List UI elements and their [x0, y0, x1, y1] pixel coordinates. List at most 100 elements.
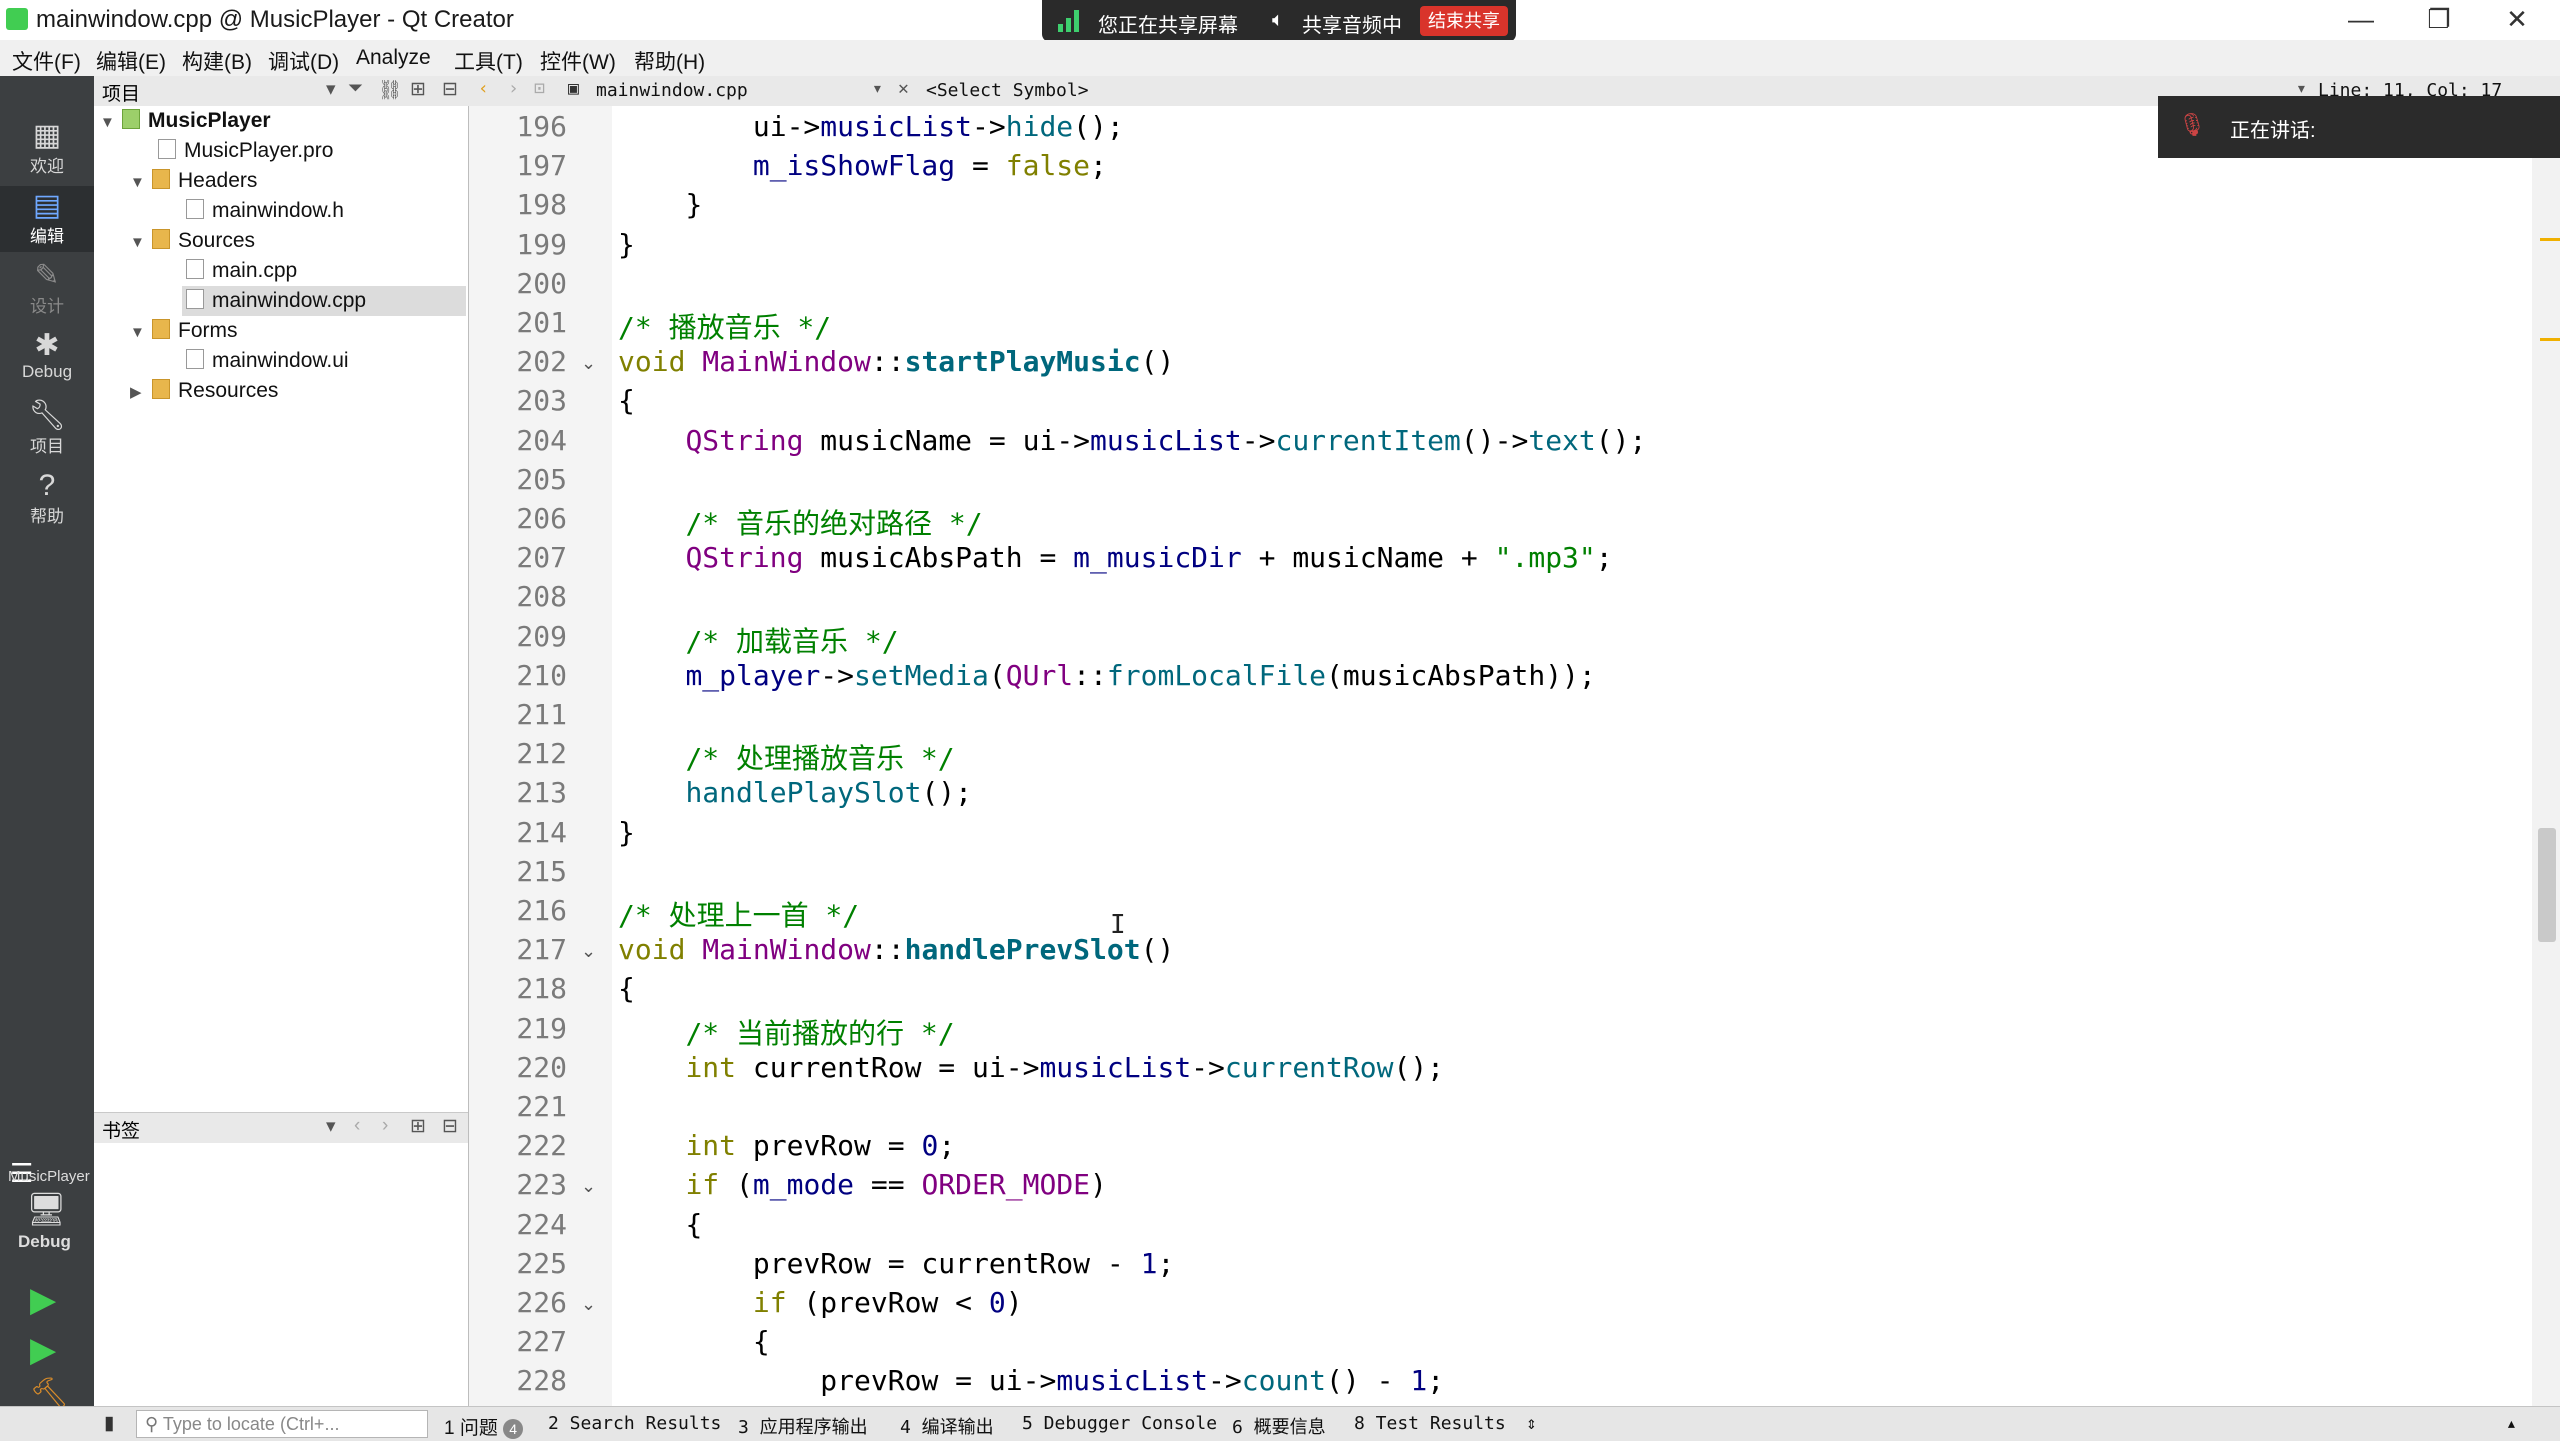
fold-chevron-icon[interactable]: ⌄ — [581, 1294, 596, 1315]
tree-item-resources[interactable]: ▶ Resources — [130, 376, 278, 406]
menu-edit[interactable]: 编辑(E) — [96, 46, 166, 76]
tab-search-results[interactable]: 2 Search Results — [548, 1413, 721, 1434]
restore-button[interactable]: ❐ — [2404, 0, 2474, 40]
chevron-right-icon[interactable]: ▶ — [130, 378, 152, 408]
mode-edit[interactable]: ▤ 编辑 — [0, 186, 94, 252]
fold-chevron-icon[interactable]: ⌄ — [581, 941, 596, 962]
close-pane-icon[interactable]: ⊟ — [442, 78, 458, 101]
tree-item-headers[interactable]: ▼ Headers — [130, 166, 257, 196]
code-line[interactable]: m_player->setMedia(QUrl::fromLocalFile(m… — [618, 659, 1595, 692]
stop-share-button[interactable]: 结束共享 — [1420, 6, 1508, 36]
editor-scrollbar[interactable] — [2532, 106, 2560, 1406]
tree-item-sources[interactable]: ▼ Sources — [130, 226, 255, 256]
code-line[interactable]: m_isShowFlag = false; — [618, 149, 1107, 182]
code-line[interactable]: ui->musicList->hide(); — [618, 110, 1124, 143]
minimize-button[interactable]: — — [2326, 0, 2396, 40]
file-tab[interactable]: mainwindow.cpp — [596, 80, 748, 101]
code-line[interactable]: void MainWindow::handlePrevSlot() — [618, 933, 1174, 966]
chevron-down-icon[interactable]: ▼ — [130, 318, 152, 348]
toggle-sidebar-icon[interactable]: ▮ — [104, 1412, 114, 1435]
tree-item-mainwindow-cpp[interactable]: mainwindow.cpp — [182, 286, 466, 316]
link-icon[interactable]: ⛓ — [378, 78, 402, 102]
menu-debug[interactable]: 调试(D) — [268, 46, 339, 76]
code-line[interactable]: } — [618, 816, 635, 849]
fold-chevron-icon[interactable]: ⌄ — [581, 1176, 596, 1197]
monitor-icon[interactable]: 🖥︎ — [26, 1190, 67, 1228]
code-line[interactable]: } — [618, 228, 635, 261]
expand-up-icon[interactable]: ▴ — [2506, 1413, 2517, 1434]
code-line[interactable]: if (m_mode == ORDER_MODE) — [618, 1168, 1106, 1201]
split-icon[interactable]: ⊞ — [410, 78, 426, 101]
menu-build[interactable]: 构建(B) — [182, 46, 252, 76]
tab-test-results[interactable]: 8 Test Results — [1354, 1413, 1506, 1434]
dropdown-arrow-icon[interactable]: ▾ — [326, 78, 336, 101]
close-pane-icon[interactable]: ⊟ — [442, 1115, 458, 1138]
chevron-down-icon[interactable]: ▼ — [100, 108, 122, 138]
code-line[interactable]: /* 加载音乐 */ — [618, 620, 898, 660]
code-line[interactable]: int currentRow = ui->musicList->currentR… — [618, 1051, 1444, 1084]
code-editor[interactable]: I ui->musicList->hide(); m_isShowFlag = … — [612, 106, 2532, 1406]
mode-design[interactable]: ✎ 设计 — [0, 256, 94, 322]
tab-debugger-console[interactable]: 5 Debugger Console — [1022, 1413, 1217, 1434]
menu-widgets[interactable]: 控件(W) — [540, 46, 616, 76]
code-line[interactable]: QString musicAbsPath = m_musicDir + musi… — [618, 541, 1612, 574]
dropdown-arrow-icon[interactable]: ▾ — [872, 78, 883, 99]
tree-item-mainwindow-h[interactable]: mainwindow.h — [186, 196, 344, 226]
code-line[interactable]: prevRow = currentRow - 1; — [618, 1247, 1174, 1280]
menu-tools[interactable]: 工具(T) — [454, 46, 523, 76]
code-line[interactable]: prevRow = ui->musicList->count() - 1; — [618, 1364, 1444, 1397]
code-line[interactable]: /* 处理播放音乐 */ — [618, 737, 954, 777]
tree-item-main-cpp[interactable]: main.cpp — [186, 256, 297, 286]
tab-issues[interactable]: 1 问题 4 — [444, 1413, 524, 1440]
back-icon[interactable]: ‹ — [354, 1115, 360, 1137]
code-line[interactable]: { — [618, 384, 635, 417]
debug-run-icon[interactable]: ▶ — [30, 1330, 56, 1370]
code-line[interactable]: /* 播放音乐 */ — [618, 306, 831, 346]
menu-file[interactable]: 文件(F) — [12, 46, 81, 76]
tab-general-messages[interactable]: 6 概要信息 — [1232, 1413, 1326, 1439]
forward-icon[interactable]: › — [382, 1115, 388, 1137]
filter-icon[interactable]: ⏷ — [348, 78, 363, 100]
chevron-down-icon[interactable]: ▼ — [130, 228, 152, 258]
close-file-icon[interactable]: ✕ — [898, 78, 909, 99]
bookmarks-title[interactable]: 书签 — [102, 1116, 140, 1143]
tab-compile-output[interactable]: 4 编译输出 — [900, 1413, 994, 1439]
menu-analyze[interactable]: Analyze — [356, 46, 431, 70]
chevron-down-icon[interactable]: ▼ — [130, 168, 152, 198]
kit-project-label[interactable]: MusicPlayer — [8, 1168, 90, 1185]
code-line[interactable]: { — [618, 1208, 702, 1241]
code-line[interactable]: if (prevRow < 0) — [618, 1286, 1023, 1319]
fold-chevron-icon[interactable]: ⌄ — [581, 353, 596, 374]
dropdown-arrow-icon[interactable]: ▾ — [326, 1115, 336, 1138]
back-arrow-icon[interactable]: ‹ — [478, 78, 489, 99]
menu-help[interactable]: 帮助(H) — [634, 46, 705, 76]
code-line[interactable]: /* 处理上一首 */ — [618, 894, 859, 934]
code-line[interactable]: { — [618, 1325, 770, 1358]
scrollbar-thumb[interactable] — [2538, 828, 2556, 942]
mode-help[interactable]: ? 帮助 — [0, 466, 94, 532]
code-line[interactable]: { — [618, 972, 635, 1005]
mode-welcome[interactable]: ▦ 欢迎 — [0, 116, 94, 182]
symbol-selector[interactable]: <Select Symbol> — [926, 80, 1089, 101]
forward-arrow-icon[interactable]: › — [508, 78, 519, 99]
tree-item-musicplayer[interactable]: ▼ MusicPlayer — [100, 106, 271, 136]
tree-item-mainwindow-ui[interactable]: mainwindow.ui — [186, 346, 349, 376]
code-line[interactable]: handlePlaySlot(); — [618, 776, 972, 809]
share-audio-status[interactable]: 共享音频中 — [1302, 9, 1402, 38]
split-icon[interactable]: ⊞ — [410, 1115, 426, 1138]
code-line[interactable]: /* 当前播放的行 */ — [618, 1012, 954, 1052]
code-line[interactable]: /* 音乐的绝对路径 */ — [618, 502, 982, 542]
tree-item-forms[interactable]: ▼ Forms — [130, 316, 238, 346]
run-icon[interactable]: ▶ — [30, 1280, 56, 1320]
tab-application-output[interactable]: 3 应用程序输出 — [738, 1413, 868, 1439]
code-line[interactable]: } — [618, 188, 702, 221]
project-pane-title[interactable]: 项目 — [102, 79, 140, 106]
mode-debug[interactable]: ✱ Debug — [0, 326, 94, 392]
code-line[interactable]: QString musicName = ui->musicList->curre… — [618, 424, 1646, 457]
tree-item-pro-file[interactable]: MusicPlayer.pro — [158, 136, 333, 166]
code-line[interactable]: int prevRow = 0; — [618, 1129, 955, 1162]
more-tabs-icon[interactable]: ⇕ — [1526, 1413, 1537, 1434]
code-line[interactable]: void MainWindow::startPlayMusic() — [618, 345, 1174, 378]
close-button[interactable]: ✕ — [2482, 0, 2552, 40]
locator-input[interactable]: ⚲ Type to locate (Ctrl+... — [136, 1410, 428, 1438]
